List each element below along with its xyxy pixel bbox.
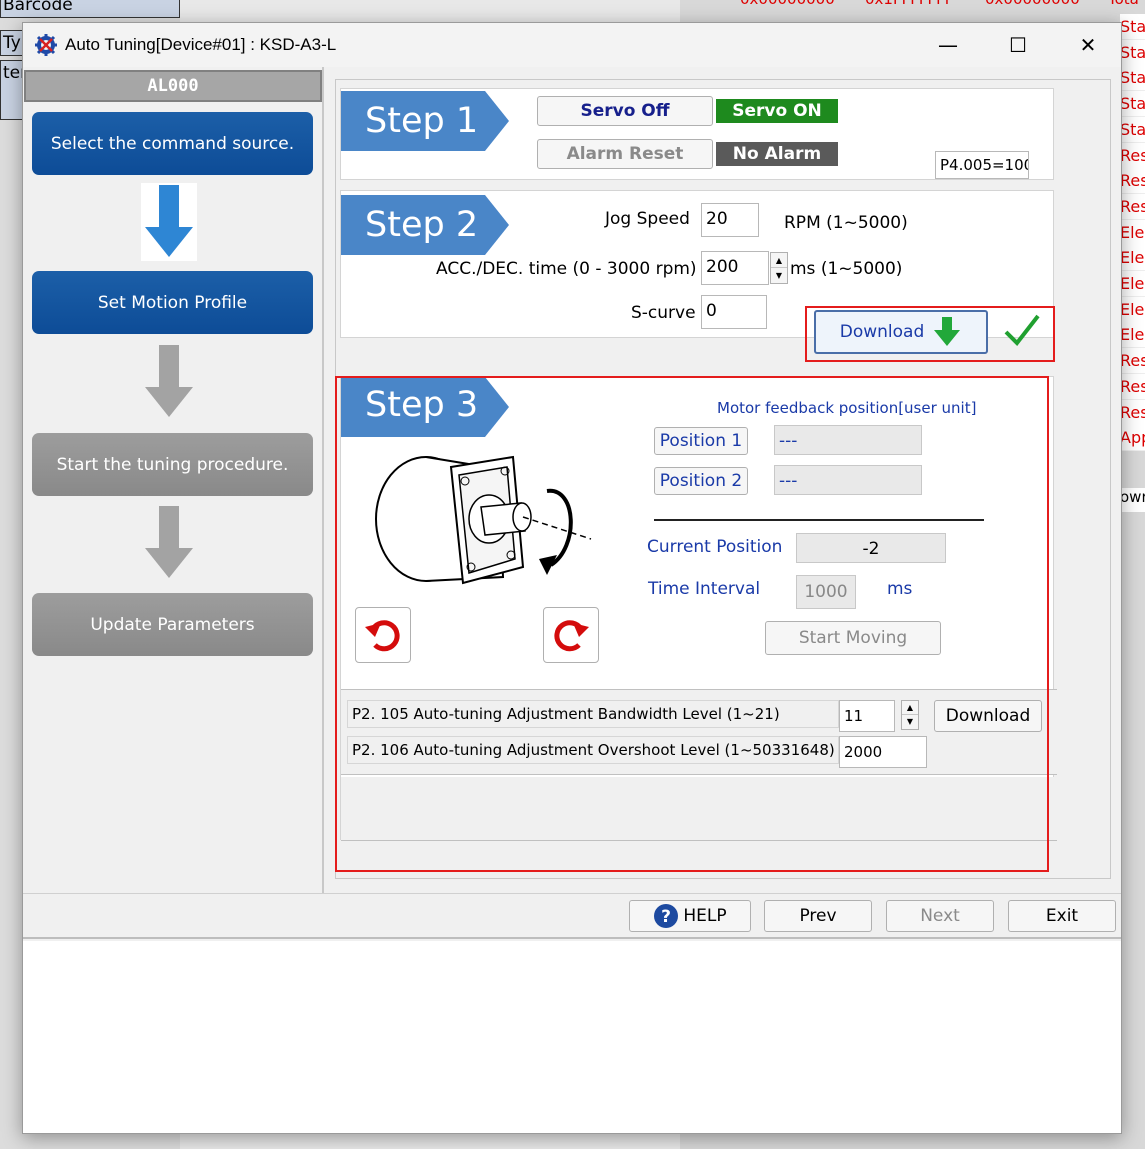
background-status-cell: Rese	[1120, 399, 1145, 426]
dialog-blank-area	[23, 941, 1121, 1133]
background-status-cell: Statu	[1120, 65, 1145, 92]
help-icon: ?	[654, 904, 679, 928]
background-status-cell: App	[1120, 425, 1145, 452]
background-status-cell: Statu	[1120, 39, 1145, 66]
spin-down-icon[interactable]: ▼	[771, 268, 787, 283]
help-button[interactable]: ? HELP	[629, 900, 751, 932]
svg-text:?: ?	[661, 907, 671, 927]
no-alarm-indicator: No Alarm	[716, 142, 838, 166]
servo-on-indicator: Servo ON	[716, 99, 838, 123]
background-status-cell: Statu	[1120, 116, 1145, 143]
download-label: Download	[839, 322, 925, 342]
step-arrow-icon	[141, 183, 197, 261]
spin-up-icon[interactable]: ▲	[771, 253, 787, 268]
background-status-cell: Rese	[1120, 168, 1145, 195]
jog-speed-unit: RPM (1~5000)	[784, 213, 908, 233]
alarm-reset-button[interactable]: Alarm Reset	[537, 139, 713, 169]
profile-download-button[interactable]: Download	[814, 310, 988, 354]
auto-tuning-window: Auto Tuning[Device#01] : KSD-A3-L — ☐ ✕ …	[22, 22, 1122, 1134]
background-status-cell: Rese	[1120, 142, 1145, 169]
background-status-cell: Elec	[1120, 245, 1145, 272]
minimize-button[interactable]: —	[913, 23, 983, 67]
wizard-content: Step 1 Servo Off Servo ON Alarm Reset No…	[335, 79, 1111, 879]
step-start-tuning[interactable]: Start the tuning procedure.	[32, 433, 313, 496]
s-curve-label: S-curve	[631, 303, 696, 323]
accdec-time-input[interactable]: 200	[701, 251, 769, 285]
green-down-arrow-icon	[934, 317, 961, 346]
gear-icon	[35, 34, 57, 56]
maximize-button[interactable]: ☐	[983, 23, 1053, 67]
wizard-step-rail: AL000 Select the command source. Set Mot…	[23, 67, 324, 893]
next-button[interactable]: Next	[886, 900, 994, 932]
background-status-cell: Rese	[1120, 193, 1145, 220]
background-status-cell: Rese	[1120, 373, 1145, 400]
jog-speed-label: Jog Speed	[605, 209, 690, 229]
background-status-cell: Elec	[1120, 296, 1145, 323]
close-button[interactable]: ✕	[1053, 23, 1121, 67]
s-curve-input[interactable]: 0	[701, 295, 767, 329]
background-status-cell: Rese	[1120, 348, 1145, 375]
step3-highlight-frame	[335, 376, 1049, 872]
servo-off-button[interactable]: Servo Off	[537, 96, 713, 126]
param-display-field: P4.005=100	[935, 151, 1029, 179]
background-hex: 0x00000000	[740, 0, 850, 8]
exit-button[interactable]: Exit	[1008, 900, 1116, 932]
background-status-cell: Statu	[1120, 14, 1145, 40]
background-status-cell: Statu	[1120, 91, 1145, 118]
help-label: HELP	[683, 906, 727, 926]
step2-title: Step 2	[365, 205, 479, 245]
background-status-cell: Elec	[1120, 271, 1145, 297]
step-update-parameters[interactable]: Update Parameters	[32, 593, 313, 656]
accdec-time-spinner[interactable]: ▲ ▼	[770, 252, 788, 284]
background-status-cell: Elec	[1120, 219, 1145, 246]
prev-button[interactable]: Prev	[764, 900, 872, 932]
background-status-cell: Elec	[1120, 322, 1145, 349]
step1-panel: Step 1 Servo Off Servo ON Alarm Reset No…	[340, 88, 1054, 180]
wizard-footer: ? HELP Prev Next Exit	[23, 893, 1121, 939]
accdec-time-unit: ms (1~5000)	[790, 259, 903, 279]
step-select-command-source[interactable]: Select the command source.	[32, 112, 313, 175]
title-bar[interactable]: Auto Tuning[Device#01] : KSD-A3-L — ☐ ✕	[23, 23, 1121, 67]
background-hex: Tota	[1108, 0, 1145, 8]
background-text: owr	[1120, 488, 1145, 512]
background-hex: 0x00000000	[985, 0, 1095, 8]
accdec-time-label: ACC./DEC. time (0 - 3000 rpm)	[436, 259, 697, 279]
background-cell: Barcode	[0, 0, 180, 18]
jog-speed-input[interactable]: 20	[701, 203, 759, 237]
step-arrow-icon	[145, 345, 193, 417]
step1-title: Step 1	[365, 101, 479, 141]
green-checkmark-icon	[1004, 314, 1040, 347]
window-title: Auto Tuning[Device#01] : KSD-A3-L	[65, 35, 337, 54]
background-hex: 0x1FFFFFFF	[865, 0, 975, 8]
step-set-motion-profile[interactable]: Set Motion Profile	[32, 271, 313, 334]
alarm-status-bar: AL000	[24, 70, 322, 102]
step-arrow-icon	[145, 506, 193, 578]
